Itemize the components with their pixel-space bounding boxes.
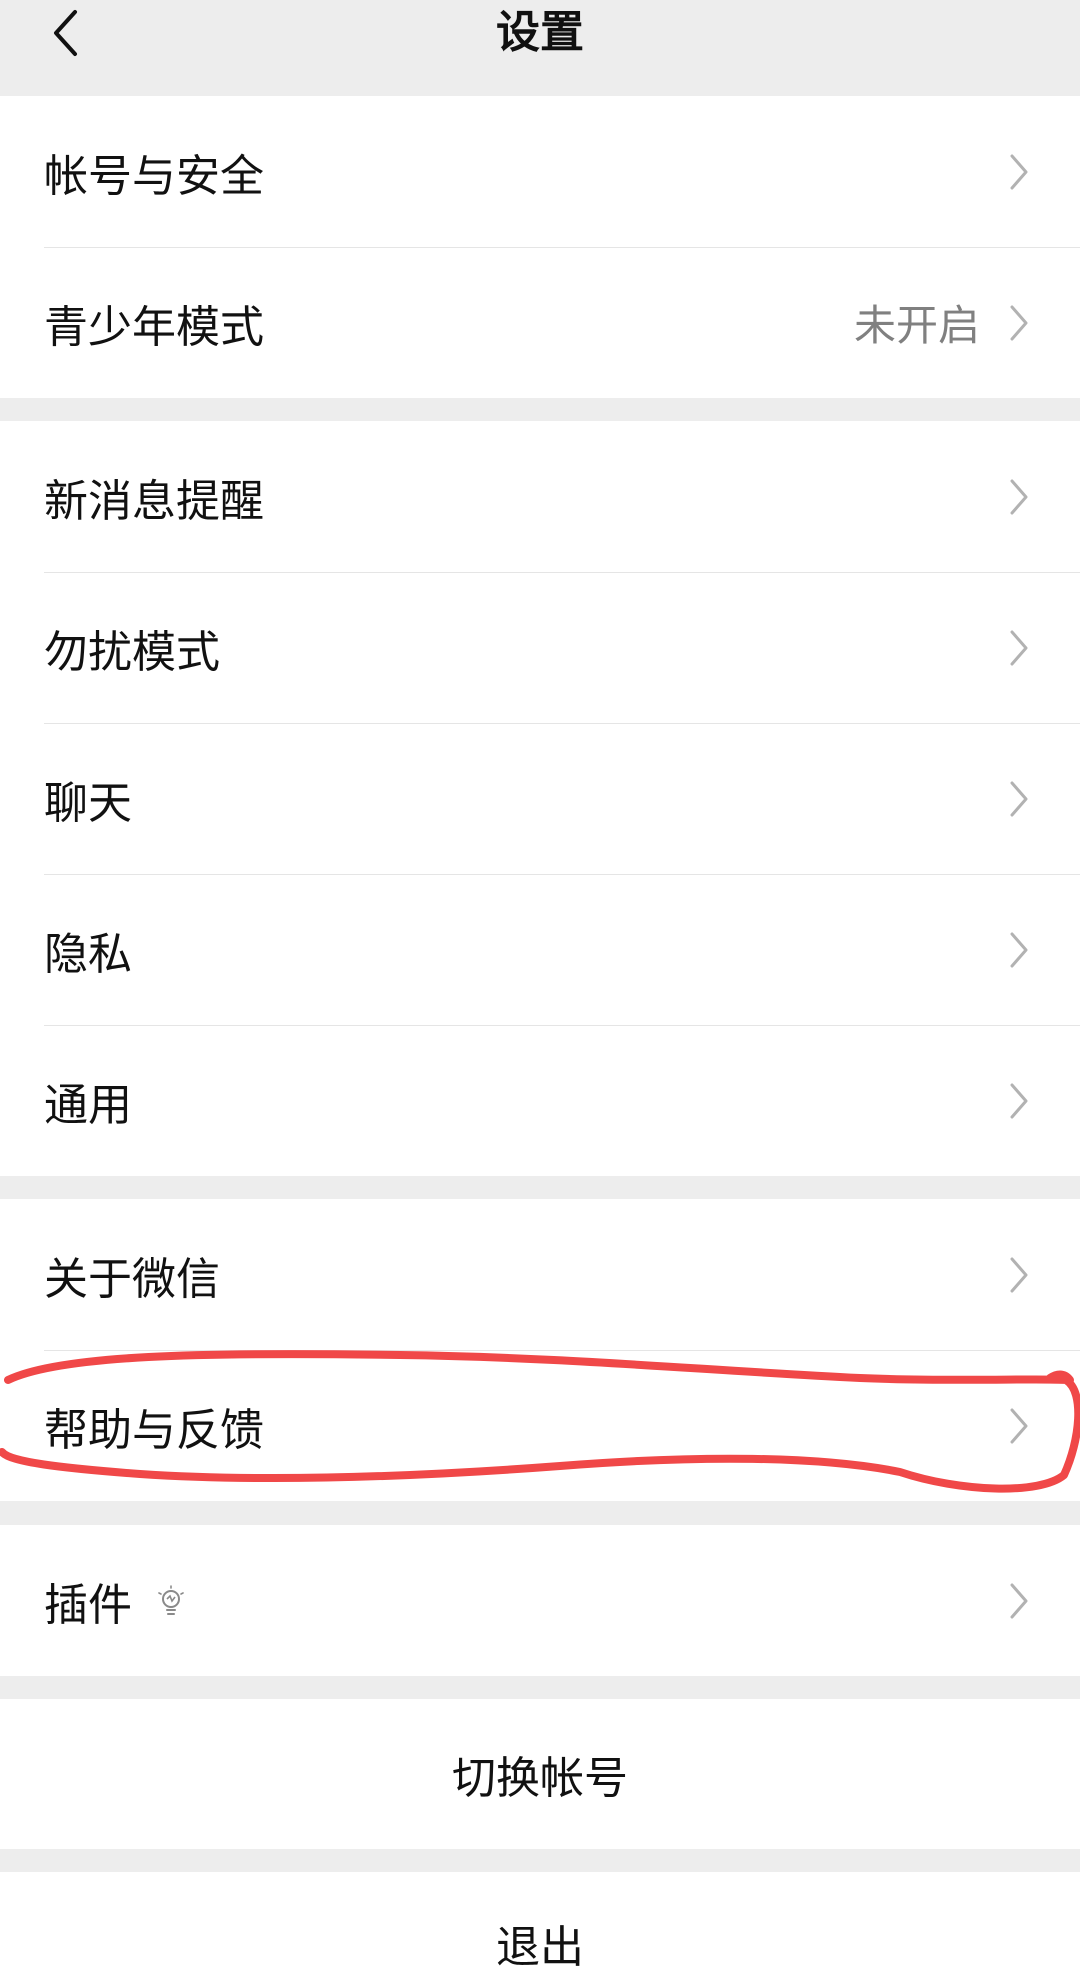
menu-item-about-wechat[interactable]: 关于微信 bbox=[0, 1199, 1080, 1350]
menu-item-label: 关于微信 bbox=[44, 1253, 220, 1305]
lightbulb-icon bbox=[154, 1584, 188, 1618]
menu-item-teen-mode[interactable]: 青少年模式 未开启 bbox=[0, 247, 1080, 398]
menu-item-label: 新消息提醒 bbox=[44, 475, 264, 527]
chevron-right-icon bbox=[1004, 1079, 1034, 1123]
menu-item-label: 帐号与安全 bbox=[44, 150, 264, 202]
menu-item-do-not-disturb[interactable]: 勿扰模式 bbox=[0, 572, 1080, 723]
chevron-right-icon bbox=[1004, 626, 1034, 670]
menu-item-label: 通用 bbox=[44, 1079, 132, 1131]
menu-item-label: 聊天 bbox=[44, 777, 132, 829]
teen-mode-status: 未开启 bbox=[853, 301, 980, 350]
menu-item-label: 插件 bbox=[44, 1579, 132, 1631]
menu-item-chat[interactable]: 聊天 bbox=[0, 723, 1080, 874]
menu-item-label: 隐私 bbox=[44, 928, 132, 980]
menu-item-plugins[interactable]: 插件 bbox=[0, 1525, 1080, 1676]
menu-item-label: 青少年模式 bbox=[44, 301, 264, 353]
chevron-right-icon bbox=[1004, 150, 1034, 194]
chevron-right-icon bbox=[1004, 928, 1034, 972]
menu-item-general[interactable]: 通用 bbox=[0, 1025, 1080, 1176]
settings-group-about: 关于微信 帮助与反馈 bbox=[0, 1199, 1080, 1501]
settings-group-plugins: 插件 bbox=[0, 1525, 1080, 1676]
logout-label: 退出 bbox=[496, 1922, 584, 1968]
menu-item-label: 勿扰模式 bbox=[44, 626, 220, 678]
menu-item-account-security[interactable]: 帐号与安全 bbox=[0, 96, 1080, 247]
logout-section: 退出 bbox=[0, 1872, 1080, 1968]
logout-button[interactable]: 退出 bbox=[0, 1872, 1080, 1968]
menu-item-label-wrap: 插件 bbox=[44, 1569, 188, 1633]
menu-item-help-feedback[interactable]: 帮助与反馈 bbox=[0, 1350, 1080, 1501]
settings-group-general: 新消息提醒 勿扰模式 聊天 隐私 通用 bbox=[0, 421, 1080, 1176]
chevron-right-icon bbox=[1004, 1404, 1034, 1448]
navigation-bar: 设置 bbox=[0, 0, 1080, 96]
chevron-right-icon bbox=[1004, 301, 1034, 345]
menu-item-privacy[interactable]: 隐私 bbox=[0, 874, 1080, 1025]
chevron-right-icon bbox=[1004, 1253, 1034, 1297]
menu-item-notifications[interactable]: 新消息提醒 bbox=[0, 421, 1080, 572]
switch-account-button[interactable]: 切换帐号 bbox=[0, 1699, 1080, 1849]
chevron-right-icon bbox=[1004, 1579, 1034, 1623]
settings-group-account: 帐号与安全 青少年模式 未开启 bbox=[0, 96, 1080, 398]
menu-item-label: 帮助与反馈 bbox=[44, 1404, 264, 1456]
chevron-right-icon bbox=[1004, 475, 1034, 519]
page-title: 设置 bbox=[496, 7, 584, 58]
switch-account-section: 切换帐号 bbox=[0, 1699, 1080, 1849]
chevron-right-icon bbox=[1004, 777, 1034, 821]
